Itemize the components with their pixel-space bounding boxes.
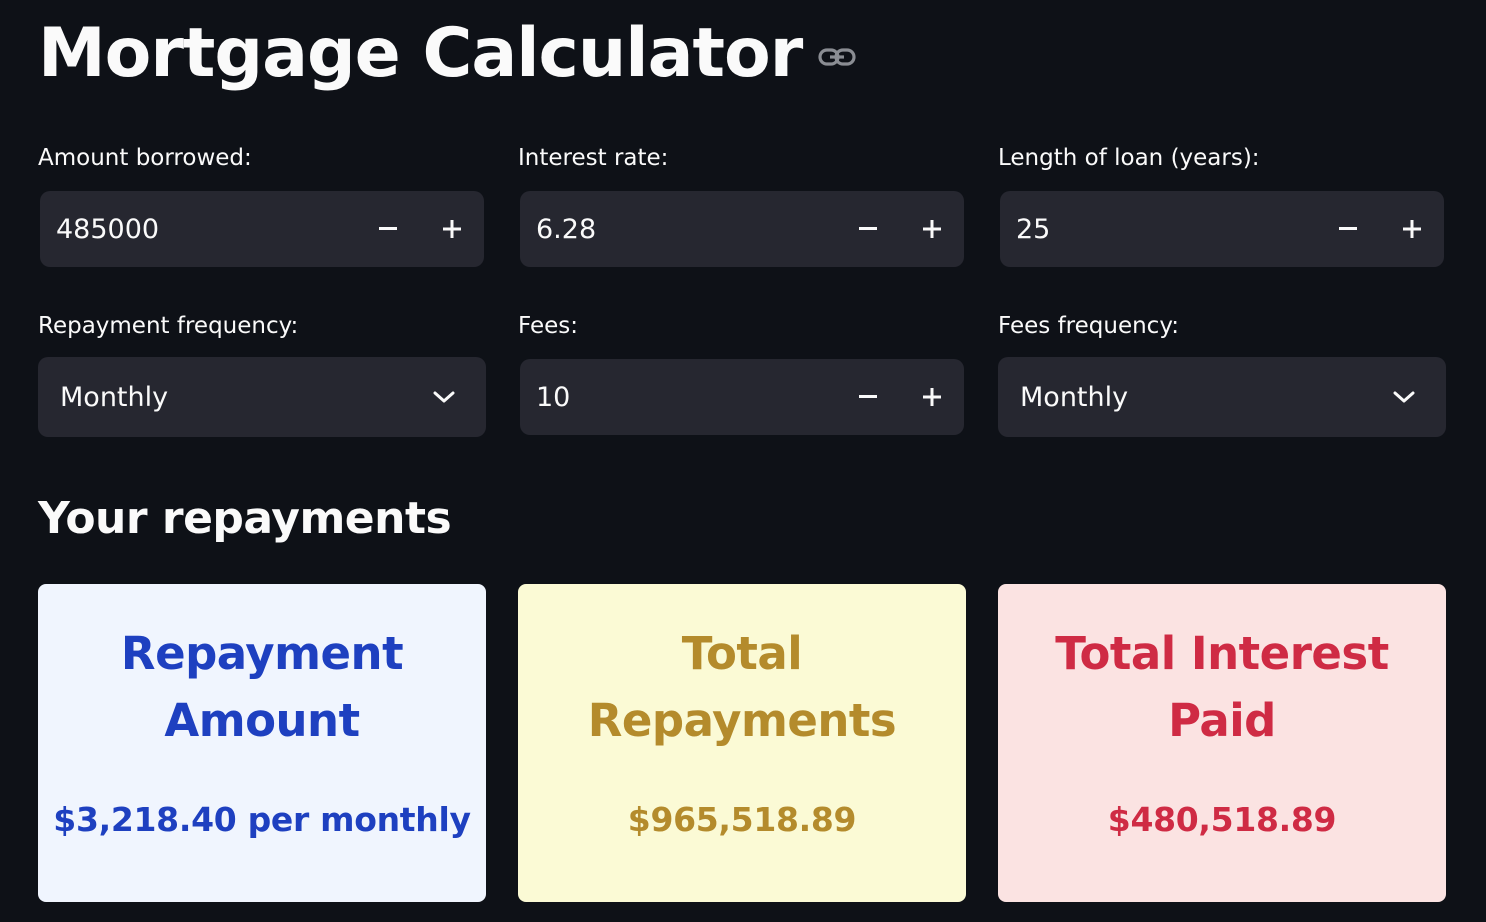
- amount-borrowed-label: Amount borrowed:: [38, 145, 252, 171]
- amount-borrowed-decrement-button[interactable]: [356, 191, 420, 267]
- total-repayments-title: Total Repayments: [538, 620, 946, 754]
- amount-borrowed-increment-button[interactable]: [420, 191, 484, 267]
- interest-rate-stepper: 6.28: [520, 191, 964, 267]
- fees-label: Fees:: [518, 313, 579, 339]
- amount-borrowed-stepper: 485000: [40, 191, 484, 267]
- interest-rate-increment-button[interactable]: [900, 191, 964, 267]
- interest-rate-label: Interest rate:: [518, 145, 669, 171]
- fees-frequency-label: Fees frequency:: [998, 313, 1180, 339]
- total-interest-title: Total Interest Paid: [1018, 620, 1426, 754]
- plus-icon: [923, 220, 941, 238]
- loan-length-label: Length of loan (years):: [998, 145, 1260, 171]
- repayment-amount-card: Repayment Amount $3,218.40 per monthly: [38, 584, 486, 902]
- page-title: Mortgage Calculator: [38, 14, 803, 93]
- plus-icon: [443, 220, 461, 238]
- total-interest-card: Total Interest Paid $480,518.89: [998, 584, 1446, 902]
- minus-icon: [1339, 227, 1357, 230]
- repayments-heading: Your repayments: [38, 493, 452, 544]
- total-interest-value: $480,518.89: [1107, 800, 1337, 839]
- repayment-amount-title: Repayment Amount: [58, 620, 466, 754]
- fees-input[interactable]: 10: [520, 382, 836, 413]
- interest-rate-input[interactable]: 6.28: [520, 214, 836, 245]
- interest-rate-decrement-button[interactable]: [836, 191, 900, 267]
- repayment-frequency-label: Repayment frequency:: [38, 313, 299, 339]
- minus-icon: [859, 227, 877, 230]
- fees-stepper: 10: [520, 359, 964, 435]
- fees-frequency-value: Monthly: [1020, 381, 1129, 413]
- plus-icon: [923, 388, 941, 406]
- total-repayments-title-line2: Repayments: [587, 694, 897, 747]
- plus-icon: [1403, 220, 1421, 238]
- fees-decrement-button[interactable]: [836, 359, 900, 435]
- loan-length-stepper: 25: [1000, 191, 1444, 267]
- repayment-amount-value: $3,218.40 per monthly: [53, 800, 471, 839]
- fees-frequency-select[interactable]: Monthly: [998, 357, 1446, 437]
- total-interest-title-line1: Total Interest: [1055, 627, 1389, 680]
- repayment-amount-title-line1: Repayment: [120, 627, 404, 680]
- minus-icon: [379, 227, 397, 230]
- mortgage-calculator-page: Mortgage Calculator Amount borrowed: Int…: [0, 0, 1486, 922]
- title-row: Mortgage Calculator: [38, 4, 856, 104]
- link-icon[interactable]: [818, 45, 856, 69]
- total-repayments-card: Total Repayments $965,518.89: [518, 584, 966, 902]
- loan-length-input[interactable]: 25: [1000, 214, 1316, 245]
- total-repayments-value: $965,518.89: [627, 800, 857, 839]
- total-repayments-title-line1: Total: [681, 627, 803, 680]
- amount-borrowed-input[interactable]: 485000: [40, 214, 356, 245]
- repayment-frequency-value: Monthly: [60, 381, 169, 413]
- chevron-down-icon: [1384, 377, 1424, 417]
- minus-icon: [859, 395, 877, 398]
- total-interest-title-line2: Paid: [1168, 694, 1276, 747]
- chevron-down-icon: [424, 377, 464, 417]
- repayment-amount-title-line2: Amount: [164, 694, 360, 747]
- loan-length-decrement-button[interactable]: [1316, 191, 1380, 267]
- fees-increment-button[interactable]: [900, 359, 964, 435]
- loan-length-increment-button[interactable]: [1380, 191, 1444, 267]
- repayment-frequency-select[interactable]: Monthly: [38, 357, 486, 437]
